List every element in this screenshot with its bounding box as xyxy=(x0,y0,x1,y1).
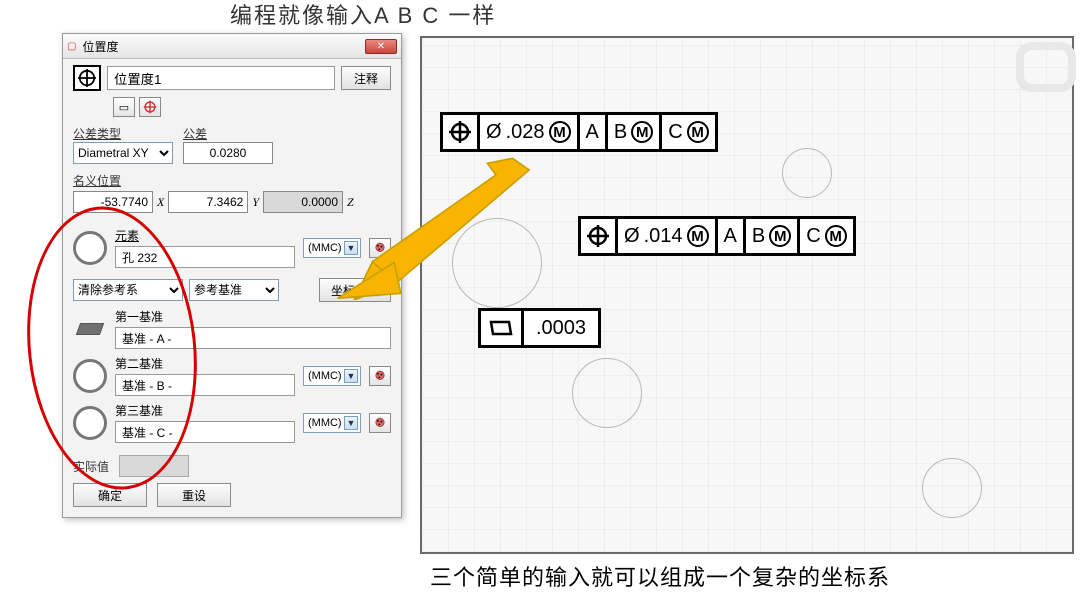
gdnt2-datum-b: B xyxy=(752,225,765,248)
ok-button[interactable]: 确定 xyxy=(73,483,147,507)
mmc-icon: M xyxy=(687,225,709,247)
nominal-x-input[interactable] xyxy=(73,191,153,213)
diameter-symbol-icon: Ø xyxy=(486,121,502,144)
diameter-symbol-icon: Ø xyxy=(624,225,640,248)
datum1-value-input[interactable] xyxy=(115,327,391,349)
position-symbol-icon xyxy=(443,115,480,149)
position-dialog: ▢ 位置度 ✕ 注释 ▭ 公差类型 Diametral XY xyxy=(62,33,402,518)
watermark-icon xyxy=(1016,42,1076,92)
datum2-icon[interactable] xyxy=(73,359,107,393)
tolerance-label: 公差 xyxy=(183,125,283,142)
ref-datum-select[interactable]: 参考基准 xyxy=(189,279,279,301)
drawing-circle xyxy=(782,148,832,198)
z-axis-label: Z xyxy=(347,195,354,210)
mmc-select-datum3[interactable]: (MMC)▼ xyxy=(303,413,361,433)
datum2-value-input[interactable] xyxy=(115,374,295,396)
gdnt2-datum-c: C xyxy=(806,225,820,248)
gdnt1-datum-b: B xyxy=(614,121,627,144)
actual-value-box xyxy=(119,455,189,477)
datum2-label: 第二基准 xyxy=(115,355,295,372)
position-symbol-icon xyxy=(73,65,101,91)
close-button[interactable]: ✕ xyxy=(365,39,397,54)
gdnt1-datum-c: C xyxy=(668,121,682,144)
clear-ref-select[interactable]: 清除参考系 xyxy=(73,279,183,301)
feature-name-input[interactable] xyxy=(107,66,335,90)
nominal-label: 名义位置 xyxy=(73,172,391,189)
datum3-value-input[interactable] xyxy=(115,421,295,443)
nominal-z-input[interactable] xyxy=(263,191,343,213)
x-axis-label: X xyxy=(157,195,164,210)
mmc-select-element[interactable]: (MMC)▼ xyxy=(303,238,361,258)
gdnt1-value: .028 xyxy=(506,121,545,144)
datum3-icon[interactable] xyxy=(73,406,107,440)
gdnt2-value: .014 xyxy=(644,225,683,248)
gdnt-strip-2: Ø .014 M A B M C M xyxy=(578,216,856,256)
paint-icon-2[interactable] xyxy=(369,366,391,386)
gdnt1-datum-a: A xyxy=(580,115,608,149)
flatness-symbol-icon xyxy=(481,311,524,345)
paint-icon-1[interactable] xyxy=(369,238,391,258)
paint-icon-3[interactable] xyxy=(369,413,391,433)
mmc-icon: M xyxy=(825,225,847,247)
element-value-input[interactable] xyxy=(115,246,295,268)
y-axis-label: Y xyxy=(252,195,259,210)
tolerance-input[interactable] xyxy=(183,142,273,164)
mmc-icon: M xyxy=(687,121,709,143)
bottom-caption: 三个简单的输入就可以组成一个复杂的坐标系 xyxy=(430,560,890,592)
datum1-icon[interactable] xyxy=(73,312,107,346)
nominal-y-input[interactable] xyxy=(168,191,248,213)
datum3-label: 第三基准 xyxy=(115,402,295,419)
tolerance-type-select[interactable]: Diametral XY xyxy=(73,142,173,164)
dialog-title: 位置度 xyxy=(82,38,118,55)
top-partial-caption: 编程就像输入A B C 一样 xyxy=(230,0,496,30)
dialog-titlebar[interactable]: ▢ 位置度 ✕ xyxy=(63,34,401,59)
engineering-drawing: Ø .028 M A B M C M Ø .014 M A B M C M xyxy=(420,36,1074,554)
mmc-icon: M xyxy=(549,121,571,143)
gdnt-strip-1: Ø .028 M A B M C M xyxy=(440,112,718,152)
mmc-icon: M xyxy=(769,225,791,247)
app-icon: ▢ xyxy=(67,41,76,52)
datum1-label: 第一基准 xyxy=(115,308,391,325)
drawing-circle xyxy=(452,218,542,308)
drawing-circle xyxy=(922,458,982,518)
tolerance-type-label: 公差类型 xyxy=(73,125,173,142)
annotate-button[interactable]: 注释 xyxy=(341,66,391,90)
gdnt-strip-3: .0003 xyxy=(478,308,601,348)
position-symbol-icon xyxy=(581,219,618,253)
gdnt3-value: .0003 xyxy=(524,311,598,345)
drawing-circle xyxy=(572,358,642,428)
element-icon[interactable] xyxy=(73,231,107,265)
reset-button[interactable]: 重设 xyxy=(157,483,231,507)
mmc-select-datum2[interactable]: (MMC)▼ xyxy=(303,366,361,386)
element-label: 元素 xyxy=(115,227,295,244)
gdnt2-datum-a: A xyxy=(718,219,746,253)
transform-button[interactable]: 坐标变换 xyxy=(319,278,391,302)
toolbar-icon-1[interactable]: ▭ xyxy=(113,97,135,117)
toolbar-position-icon[interactable] xyxy=(139,97,161,117)
mmc-icon: M xyxy=(631,121,653,143)
actual-value-label: 实际值 xyxy=(73,458,109,475)
